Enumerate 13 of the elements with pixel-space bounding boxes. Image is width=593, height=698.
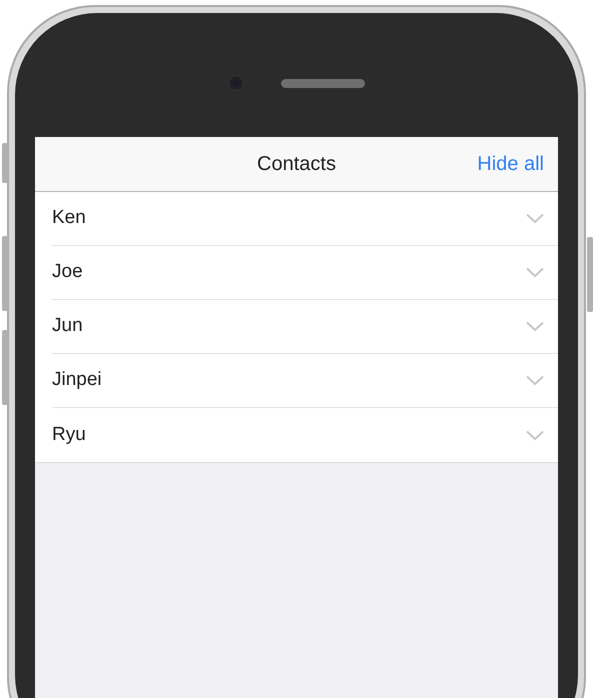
contact-row[interactable]: Joe (52, 246, 558, 300)
contact-name: Ken (52, 206, 86, 230)
camera-icon (228, 76, 242, 90)
hide-all-button[interactable]: Hide all (477, 149, 544, 179)
nav-title: Contacts (257, 152, 336, 177)
contact-name: Ryu (52, 422, 86, 447)
contact-row[interactable]: Jinpei (52, 354, 558, 408)
contact-row[interactable]: Ken (52, 192, 558, 246)
contact-row[interactable]: Ryu (52, 408, 558, 462)
contact-name: Jinpei (52, 368, 102, 392)
contact-name: Joe (52, 260, 83, 284)
contact-row[interactable]: Jun (52, 300, 558, 354)
contact-name: Jun (52, 314, 83, 338)
